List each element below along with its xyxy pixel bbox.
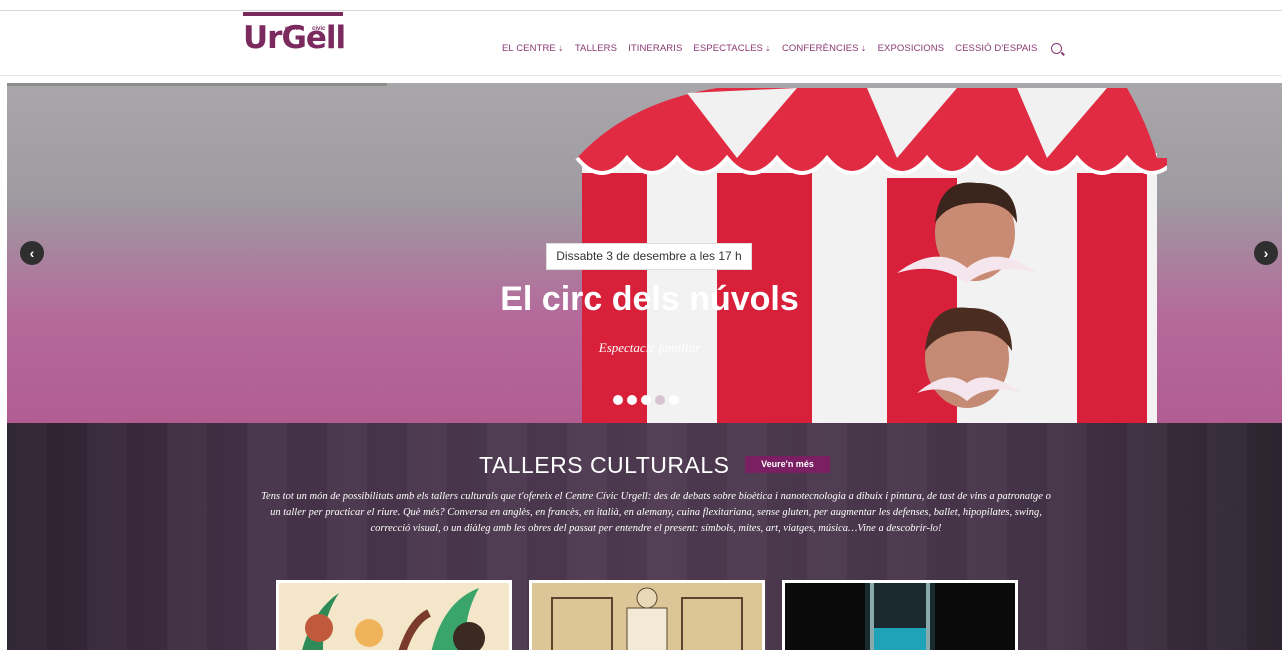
nav-item-cessio-espais[interactable]: CESSIÓ D'ESPAIS — [955, 43, 1037, 54]
chevron-right-icon: › — [1263, 245, 1269, 261]
site-header: centre cívic UrGell EL CENTRE ⇣ TALLERS I… — [0, 11, 1282, 76]
workshop-card-image[interactable] — [276, 580, 512, 650]
event-date-badge: Dissabte 3 de desembre a les 17 h — [546, 243, 752, 270]
chevron-down-icon: ⇣ — [764, 45, 771, 53]
slider-dot[interactable] — [627, 395, 637, 405]
section-title: TALLERS CULTURALS — [479, 452, 730, 478]
nav-item-exposicions[interactable]: EXPOSICIONS — [878, 43, 945, 54]
see-more-button[interactable]: Veure'n més — [745, 456, 830, 473]
slider-next-button[interactable]: › — [1254, 241, 1278, 265]
search-icon[interactable] — [1050, 42, 1062, 54]
chevron-left-icon: ‹ — [29, 245, 35, 261]
chevron-down-icon: ⇣ — [860, 45, 867, 53]
hero-subtitle: Espectacle familiar — [598, 340, 701, 355]
section-description: Tens tot un món de possibilitats amb els… — [261, 491, 1051, 534]
logo-wordmark: UrGell — [243, 20, 346, 56]
chevron-down-icon: ⇣ — [557, 45, 564, 53]
slider-dots — [613, 395, 683, 405]
slider-prev-button[interactable]: ‹ — [20, 241, 44, 265]
workshop-illustration-dancers — [279, 583, 509, 650]
slider-dot[interactable] — [613, 395, 623, 405]
nav-item-itineraris[interactable]: ITINERARIS — [628, 43, 682, 54]
workshop-card-image[interactable] — [782, 580, 1018, 650]
hero-slider: ‹ › Dissabte 3 de desembre a les 17 h El… — [7, 83, 1282, 423]
hero-title[interactable]: El circ dels núvols — [477, 280, 822, 319]
workshop-illustration-test-tube — [785, 583, 1015, 650]
logo-bar — [243, 12, 343, 16]
workshop-illustration-figure — [532, 583, 762, 650]
workshop-card-image[interactable] — [529, 580, 765, 650]
slider-dot[interactable] — [669, 395, 679, 405]
tallers-culturals-section: TALLERS CULTURALS Veure'n més Tens tot u… — [7, 423, 1282, 650]
nav-item-el-centre[interactable]: EL CENTRE ⇣ — [502, 43, 564, 54]
slider-dot[interactable] — [641, 395, 651, 405]
slider-dot-active[interactable] — [655, 395, 665, 405]
nav-item-espectacles[interactable]: ESPECTACLES ⇣ — [693, 43, 771, 54]
site-logo[interactable]: centre cívic UrGell — [243, 12, 346, 62]
slider-progress-bar — [7, 83, 387, 86]
nav-item-conferencies[interactable]: CONFERÈNCIES ⇣ — [782, 43, 867, 54]
main-nav: EL CENTRE ⇣ TALLERS ITINERARIS ESPECTACLE… — [502, 40, 1062, 56]
nav-item-tallers[interactable]: TALLERS — [575, 43, 617, 54]
